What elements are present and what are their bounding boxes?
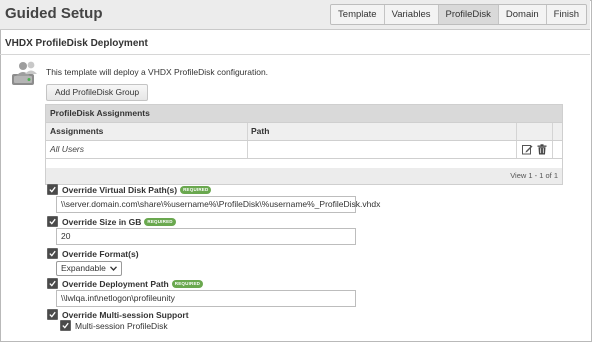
override-size-checkbox[interactable] — [47, 216, 58, 227]
tab-profiledisk[interactable]: ProfileDisk — [438, 5, 499, 24]
section-description: This template will deploy a VHDX Profile… — [46, 67, 269, 77]
override-disk-path-label: Override Virtual Disk Path(s) — [62, 184, 178, 195]
grid-spacer — [45, 159, 563, 168]
format-select[interactable]: Expandable — [56, 261, 122, 276]
required-badge: REQUIRED — [171, 279, 204, 288]
override-format-checkbox[interactable] — [47, 248, 58, 259]
multisession-profiledisk-checkbox[interactable] — [60, 320, 71, 331]
override-deployment-path-checkbox[interactable] — [47, 278, 58, 289]
disk-path-input[interactable]: \\server.domain.com\share\%username%\Pro… — [56, 196, 380, 213]
section-title: VHDX ProfileDisk Deployment — [5, 38, 148, 49]
override-format-label: Override Format(s) — [62, 248, 139, 259]
wizard-tabs: Template Variables ProfileDisk Domain Fi… — [330, 4, 587, 25]
override-size-option: Override Size in GB REQUIRED — [47, 216, 176, 227]
edit-icon[interactable] — [522, 144, 533, 155]
override-disk-path-option: Override Virtual Disk Path(s) REQUIRED — [47, 184, 212, 195]
grid-header: Assignments Path — [45, 123, 563, 141]
add-profiledisk-group-button[interactable]: Add ProfileDisk Group — [46, 84, 149, 101]
page-title: Guided Setup — [5, 5, 103, 22]
override-multisession-label: Override Multi-session Support — [62, 309, 189, 320]
override-deployment-path-label: Override Deployment Path — [62, 278, 169, 289]
column-divider — [516, 123, 517, 140]
header-bar: Guided Setup Template Variables ProfileD… — [0, 0, 590, 30]
override-disk-path-checkbox[interactable] — [47, 184, 58, 195]
override-deployment-path-option: Override Deployment Path REQUIRED — [47, 278, 204, 289]
column-divider — [516, 141, 517, 158]
grid-pager: View 1 - 1 of 1 — [45, 168, 563, 185]
column-divider — [247, 123, 248, 140]
tab-domain[interactable]: Domain — [498, 5, 547, 24]
column-divider — [552, 123, 553, 140]
size-input[interactable]: 20 — [56, 228, 356, 245]
multisession-profiledisk-option: Multi-session ProfileDisk — [60, 320, 168, 331]
required-badge: REQUIRED — [144, 217, 176, 226]
column-divider — [247, 141, 248, 158]
override-format-option: Override Format(s) — [47, 248, 139, 259]
deployment-path-input[interactable]: \\lwlqa.int\netlogon\profileunity — [56, 290, 356, 307]
override-size-label: Override Size in GB — [62, 216, 142, 227]
assignments-grid: ProfileDisk Assignments Assignments Path… — [45, 104, 563, 185]
override-multisession-option: Override Multi-session Support — [47, 309, 189, 320]
tab-variables[interactable]: Variables — [384, 5, 439, 24]
format-select-value: Expandable — [61, 263, 106, 273]
required-badge: REQUIRED — [180, 185, 212, 194]
divider — [0, 54, 590, 55]
multisession-profiledisk-label: Multi-session ProfileDisk — [75, 320, 168, 331]
users-disk-icon — [10, 58, 40, 88]
override-multisession-checkbox[interactable] — [47, 309, 58, 320]
column-header-assignments[interactable]: Assignments — [50, 123, 103, 140]
assignment-cell: All Users — [50, 144, 85, 154]
trash-icon[interactable] — [537, 144, 547, 155]
column-divider — [552, 141, 553, 158]
tab-template[interactable]: Template — [331, 5, 385, 24]
grid-caption: ProfileDisk Assignments — [45, 104, 563, 123]
chevron-down-icon — [109, 266, 117, 271]
column-header-path[interactable]: Path — [251, 123, 269, 140]
tab-finish[interactable]: Finish — [546, 5, 586, 24]
table-row[interactable]: All Users — [45, 141, 563, 159]
